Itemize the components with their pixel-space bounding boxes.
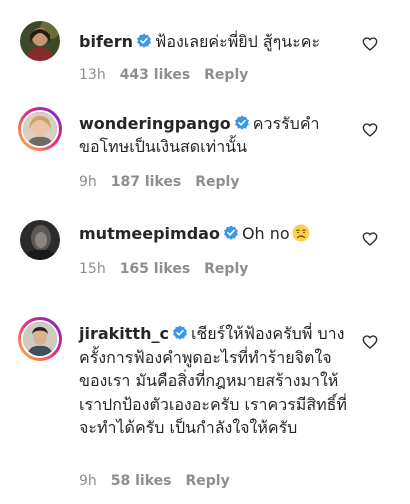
comment-username[interactable]: jirakitth_c	[79, 324, 169, 343]
reply-button[interactable]: Reply	[195, 174, 239, 190]
comment-likes[interactable]: 187 likes	[111, 174, 181, 190]
heart-outline-icon[interactable]	[362, 122, 378, 138]
comment-item: mutmeepimdao Oh no 15h 165 likes Reply	[0, 206, 410, 294]
comment-text: wonderingpango ควรรับคำขอโทษเป็นเงินสดเท่…	[79, 112, 341, 158]
avatar[interactable]	[20, 220, 60, 260]
comment-time[interactable]: 15h	[79, 261, 106, 277]
verified-badge-icon	[223, 225, 238, 240]
comment-likes[interactable]: 165 likes	[120, 261, 190, 277]
avatar[interactable]	[18, 107, 62, 151]
comment-meta: 9h 58 likes Reply	[79, 472, 230, 490]
heart-outline-icon[interactable]	[362, 231, 378, 247]
comment-text: bifern ฟ้องเลยค่ะพี่ยิป สู้ๆนะคะ	[79, 30, 354, 53]
comment-time[interactable]: 9h	[79, 473, 97, 489]
avatar[interactable]	[20, 21, 60, 61]
comment-body: ฟ้องเลยค่ะพี่ยิป สู้ๆนะคะ	[155, 32, 321, 51]
comment-time[interactable]: 9h	[79, 174, 97, 190]
comment-body: Oh no	[241, 224, 290, 243]
comment-text: jirakitth_c เชียร์ให้ฟ้องครับพี่ บางครั้ง…	[79, 322, 347, 440]
comment-item: bifern ฟ้องเลยค่ะพี่ยิป สู้ๆนะคะ 13h 443 l…	[0, 0, 410, 96]
heart-outline-icon[interactable]	[362, 36, 378, 52]
reply-button[interactable]: Reply	[204, 261, 248, 277]
disappointed-face-emoji	[292, 224, 310, 242]
comment-likes[interactable]: 443 likes	[120, 67, 190, 83]
reply-button[interactable]: Reply	[204, 67, 248, 83]
comment-username[interactable]: bifern	[79, 32, 133, 51]
comment-likes[interactable]: 58 likes	[111, 473, 172, 489]
comment-meta: 9h 187 likes Reply	[79, 173, 239, 191]
comment-item: jirakitth_c เชียร์ให้ฟ้องครับพี่ บางครั้ง…	[0, 294, 410, 504]
comment-time[interactable]: 13h	[79, 67, 106, 83]
comment-item: wonderingpango ควรรับคำขอโทษเป็นเงินสดเท่…	[0, 96, 410, 206]
verified-badge-icon	[137, 33, 151, 48]
reply-button[interactable]: Reply	[186, 473, 230, 489]
verified-badge-icon	[234, 115, 249, 130]
comment-meta: 13h 443 likes Reply	[79, 66, 248, 84]
comment-username[interactable]: wonderingpango	[79, 114, 231, 133]
heart-outline-icon[interactable]	[362, 334, 378, 350]
avatar[interactable]	[18, 317, 62, 361]
comment-text: mutmeepimdao Oh no	[79, 222, 354, 245]
comment-username[interactable]: mutmeepimdao	[79, 224, 220, 243]
verified-badge-icon	[172, 325, 187, 340]
comment-meta: 15h 165 likes Reply	[79, 260, 248, 278]
